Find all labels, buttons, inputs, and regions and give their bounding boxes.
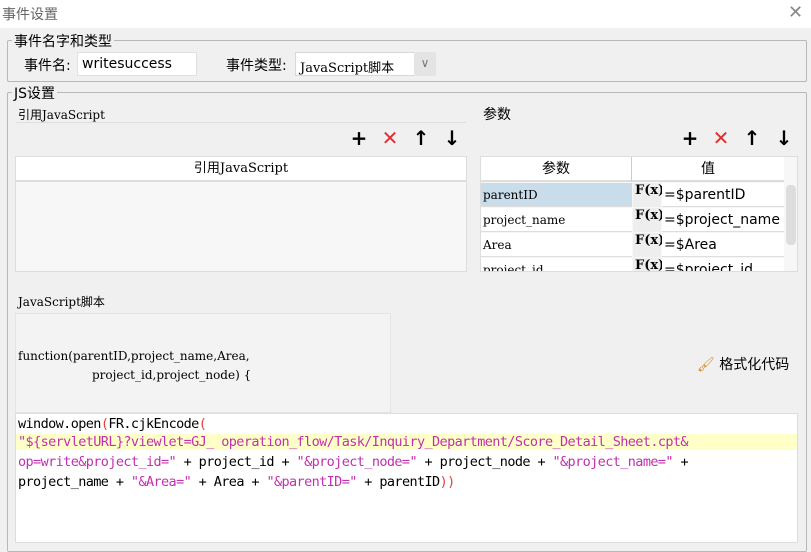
- code-token: window.open: [18, 416, 101, 432]
- add-param-icon[interactable]: +: [680, 126, 700, 150]
- ref-js-table: 引用JavaScript: [15, 156, 467, 272]
- code-token: "&Area=": [130, 474, 192, 490]
- event-group-legend: 事件名字和类型: [12, 31, 114, 51]
- code-line-1: window.open(FR.cjkEncode(: [18, 416, 207, 432]
- formula-icon[interactable]: F(x): [633, 233, 664, 257]
- code-token: + project_node +: [417, 454, 553, 470]
- code-token: )): [439, 474, 456, 490]
- chevron-down-icon[interactable]: ∨: [414, 52, 436, 76]
- formula-icon[interactable]: F(x): [633, 258, 664, 271]
- value-column-header: 值: [632, 157, 784, 182]
- ref-js-label: 引用JavaScript: [18, 108, 105, 122]
- signature-line-1: function(parentID,project_name,Area,: [18, 349, 250, 363]
- param-row[interactable]: project_name F(x) =$project_name: [481, 208, 784, 233]
- move-param-up-icon[interactable]: ↑: [742, 126, 762, 150]
- delete-icon[interactable]: ✕: [380, 126, 400, 150]
- function-signature: function(parentID,project_name,Area, pro…: [15, 313, 391, 413]
- param-name[interactable]: project_name: [481, 208, 632, 232]
- window-title: 事件设置: [2, 7, 58, 23]
- code-token: "&project_name=": [552, 454, 674, 470]
- param-value[interactable]: =$project_id: [662, 258, 784, 271]
- param-row[interactable]: Area F(x) =$Area: [481, 233, 784, 258]
- param-row[interactable]: project_id F(x) =$project_id: [481, 258, 784, 271]
- param-name[interactable]: project_id: [481, 258, 632, 271]
- move-up-icon[interactable]: ↑: [411, 126, 431, 150]
- code-token: + parentID: [356, 474, 440, 490]
- title-bar: [0, 0, 811, 28]
- code-token: op=write&project_id=": [18, 454, 177, 470]
- param-value[interactable]: =$parentID: [662, 183, 784, 207]
- code-token: (: [198, 416, 207, 432]
- event-type-label: 事件类型:: [226, 58, 287, 74]
- event-name-input[interactable]: writesuccess: [77, 52, 197, 76]
- code-token: "${servletURL}?viewlet=GJ_ operation_flo…: [18, 434, 689, 450]
- js-script-label: JavaScript脚本: [18, 295, 105, 309]
- formula-icon[interactable]: F(x): [633, 183, 664, 207]
- move-param-down-icon[interactable]: ↓: [774, 126, 794, 150]
- signature-line-2: project_id,project_node) {: [92, 368, 252, 382]
- js-group-legend: JS设置: [12, 83, 58, 103]
- code-token: +: [672, 454, 689, 470]
- code-line-2: "${servletURL}?viewlet=GJ_ operation_flo…: [16, 434, 797, 450]
- param-value[interactable]: =$project_name: [662, 208, 784, 232]
- brush-icon: 🖌: [697, 357, 715, 373]
- code-token: "&project_node=": [296, 454, 418, 470]
- params-label: 参数: [483, 107, 511, 123]
- code-token: project_name +: [18, 474, 131, 490]
- close-icon[interactable]: ✕: [788, 2, 803, 23]
- param-column-header: 参数: [481, 157, 632, 182]
- param-name[interactable]: parentID: [481, 183, 632, 207]
- code-token: + Area +: [191, 474, 267, 490]
- delete-param-icon[interactable]: ✕: [711, 126, 731, 150]
- code-line-3: op=write&project_id=" + project_id + "&p…: [18, 454, 689, 470]
- divider: [16, 122, 466, 123]
- scrollbar[interactable]: [786, 185, 796, 245]
- code-token: "&parentID=": [266, 474, 357, 490]
- add-icon[interactable]: +: [349, 126, 369, 150]
- format-code-label: 格式化代码: [719, 357, 790, 373]
- ref-js-column-header: 引用JavaScript: [16, 157, 466, 182]
- param-name[interactable]: Area: [481, 233, 632, 257]
- code-editor[interactable]: window.open(FR.cjkEncode( "${servletURL}…: [15, 413, 798, 543]
- formula-icon[interactable]: F(x): [633, 208, 664, 232]
- format-code-button[interactable]: 🖌 格式化代码: [697, 354, 789, 374]
- code-token: FR.cjkEncode: [108, 416, 199, 432]
- move-down-icon[interactable]: ↓: [442, 126, 462, 150]
- param-value[interactable]: =$Area: [662, 233, 784, 257]
- param-row[interactable]: parentID F(x) =$parentID: [481, 183, 784, 208]
- code-line-4: project_name + "&Area=" + Area + "&paren…: [18, 474, 455, 490]
- code-token: + project_id +: [176, 454, 297, 470]
- event-type-select[interactable]: JavaScript脚本: [295, 52, 415, 76]
- params-table: 参数 值 parentID F(x) =$parentID project_nam…: [480, 156, 798, 272]
- event-name-label: 事件名:: [24, 58, 71, 74]
